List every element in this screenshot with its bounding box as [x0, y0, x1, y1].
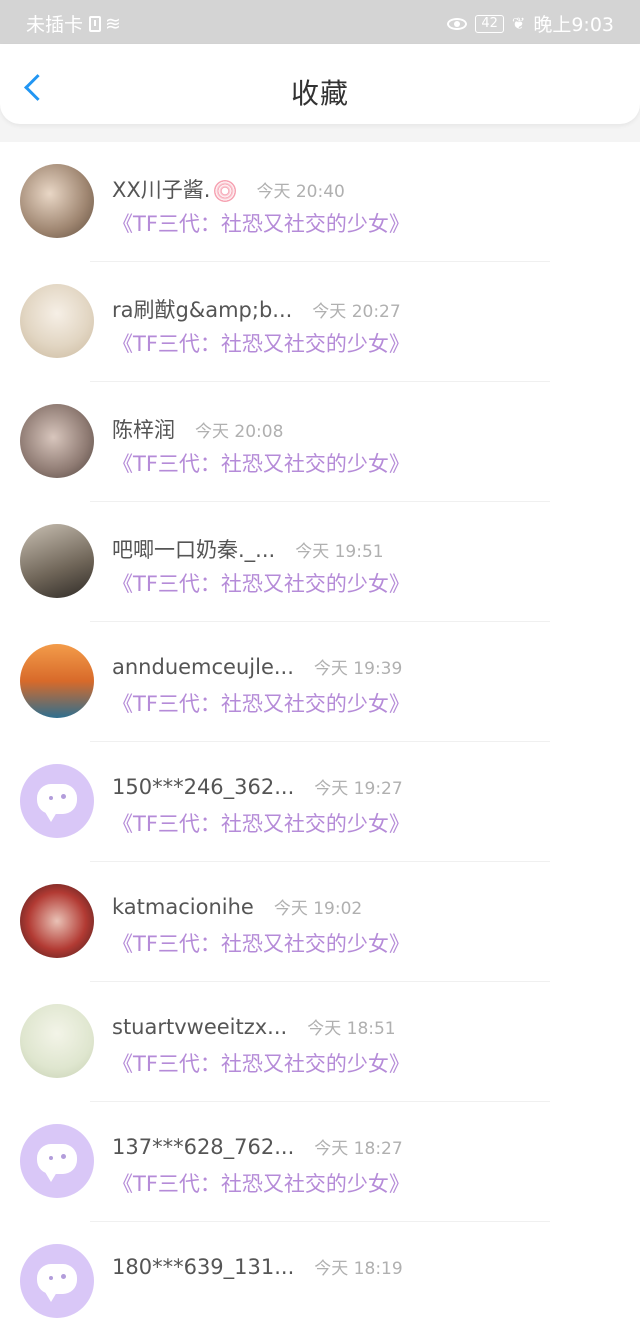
avatar[interactable]: [20, 284, 94, 358]
header-bar: 收藏: [0, 44, 640, 124]
list-item[interactable]: 137***628_762... 今天 18:27 《TF三代：社恐又社交的少女…: [0, 1102, 640, 1222]
avatar[interactable]: [20, 164, 94, 238]
list-item[interactable]: ra刷猷g&amp;b... 今天 20:27 《TF三代：社恐又社交的少女》: [0, 262, 640, 382]
user-name: 150***246_362...: [112, 775, 295, 799]
work-title[interactable]: 《TF三代：社恐又社交的少女》: [112, 328, 410, 358]
leaf-icon: ❦: [511, 14, 526, 33]
work-title[interactable]: 《TF三代：社恐又社交的少女》: [112, 688, 410, 718]
list-item[interactable]: 吧唧一口奶秦._... 今天 19:51 《TF三代：社恐又社交的少女》: [0, 502, 640, 622]
list-item[interactable]: katmacionihe 今天 19:02 《TF三代：社恐又社交的少女》: [0, 862, 640, 982]
timestamp: 今天 19:39: [313, 659, 403, 679]
avatar[interactable]: [20, 1004, 94, 1078]
timestamp: 今天 20:40: [256, 182, 345, 202]
favorites-list: XX川子酱. 今天 20:40 《TF三代：社恐又社交的少女》 ra刷猷g&am…: [0, 142, 640, 1342]
user-name: ra刷猷g&amp;b...: [112, 298, 293, 322]
work-title[interactable]: 《TF三代：社恐又社交的少女》: [112, 808, 410, 838]
list-item[interactable]: stuartvweeitzx... 今天 18:51 《TF三代：社恐又社交的少…: [0, 982, 640, 1102]
user-name: 137***628_762...: [112, 1135, 295, 1159]
timestamp: 今天 18:51: [307, 1019, 396, 1039]
carrier-label: 未插卡: [26, 14, 84, 36]
avatar[interactable]: [20, 884, 94, 958]
timestamp: 今天 20:27: [312, 302, 401, 322]
user-name: katmacionihe: [112, 895, 254, 919]
user-name: 陈梓润: [112, 418, 175, 442]
default-avatar-icon[interactable]: [20, 1124, 94, 1198]
work-title[interactable]: 《TF三代：社恐又社交的少女》: [112, 208, 410, 238]
eye-comfort-icon: [447, 17, 468, 30]
user-name: stuartvweeitzx...: [112, 1015, 288, 1039]
timestamp: 今天 18:19: [314, 1259, 403, 1279]
user-name: 吧唧一口奶秦._...: [112, 538, 276, 562]
work-title[interactable]: 《TF三代：社恐又社交的少女》: [112, 568, 410, 598]
list-item[interactable]: 150***246_362... 今天 19:27 《TF三代：社恐又社交的少女…: [0, 742, 640, 862]
timestamp: 今天 19:02: [273, 899, 363, 919]
work-title[interactable]: 《TF三代：社恐又社交的少女》: [112, 448, 410, 478]
sim-alert-icon: [89, 15, 102, 32]
timestamp: 今天 19:27: [314, 779, 403, 799]
status-bar: 未插卡 ≋ 42 ❦ 晚上9:03: [0, 0, 640, 44]
page-title: 收藏: [290, 77, 349, 110]
header: 收藏: [0, 44, 640, 142]
avatar[interactable]: [20, 404, 94, 478]
user-name: 180***639_131...: [112, 1255, 295, 1279]
avatar[interactable]: [20, 524, 94, 598]
avatar[interactable]: [20, 644, 94, 718]
timestamp: 今天 20:08: [195, 422, 284, 442]
list-item[interactable]: 180***639_131... 今天 18:19: [0, 1222, 640, 1342]
list-item[interactable]: 陈梓润 今天 20:08 《TF三代：社恐又社交的少女》: [0, 382, 640, 502]
default-avatar-icon[interactable]: [20, 1244, 94, 1318]
work-title[interactable]: 《TF三代：社恐又社交的少女》: [112, 1168, 410, 1198]
timestamp: 今天 18:27: [314, 1139, 403, 1159]
list-item[interactable]: XX川子酱. 今天 20:40 《TF三代：社恐又社交的少女》: [0, 142, 640, 262]
clock: 晚上9:03: [533, 14, 614, 36]
user-name: annduemceujle...: [112, 655, 294, 679]
work-title[interactable]: 《TF三代：社恐又社交的少女》: [112, 928, 410, 958]
user-name: XX川子酱.: [112, 174, 237, 204]
work-title[interactable]: 《TF三代：社恐又社交的少女》: [112, 1048, 410, 1078]
timestamp: 今天 19:51: [295, 542, 384, 562]
lollipop-icon: [214, 180, 237, 202]
battery-icon: 42: [475, 14, 504, 33]
default-avatar-icon[interactable]: [20, 764, 94, 838]
wifi-icon: ≋: [105, 12, 121, 35]
list-item[interactable]: annduemceujle... 今天 19:39 《TF三代：社恐又社交的少女…: [0, 622, 640, 742]
